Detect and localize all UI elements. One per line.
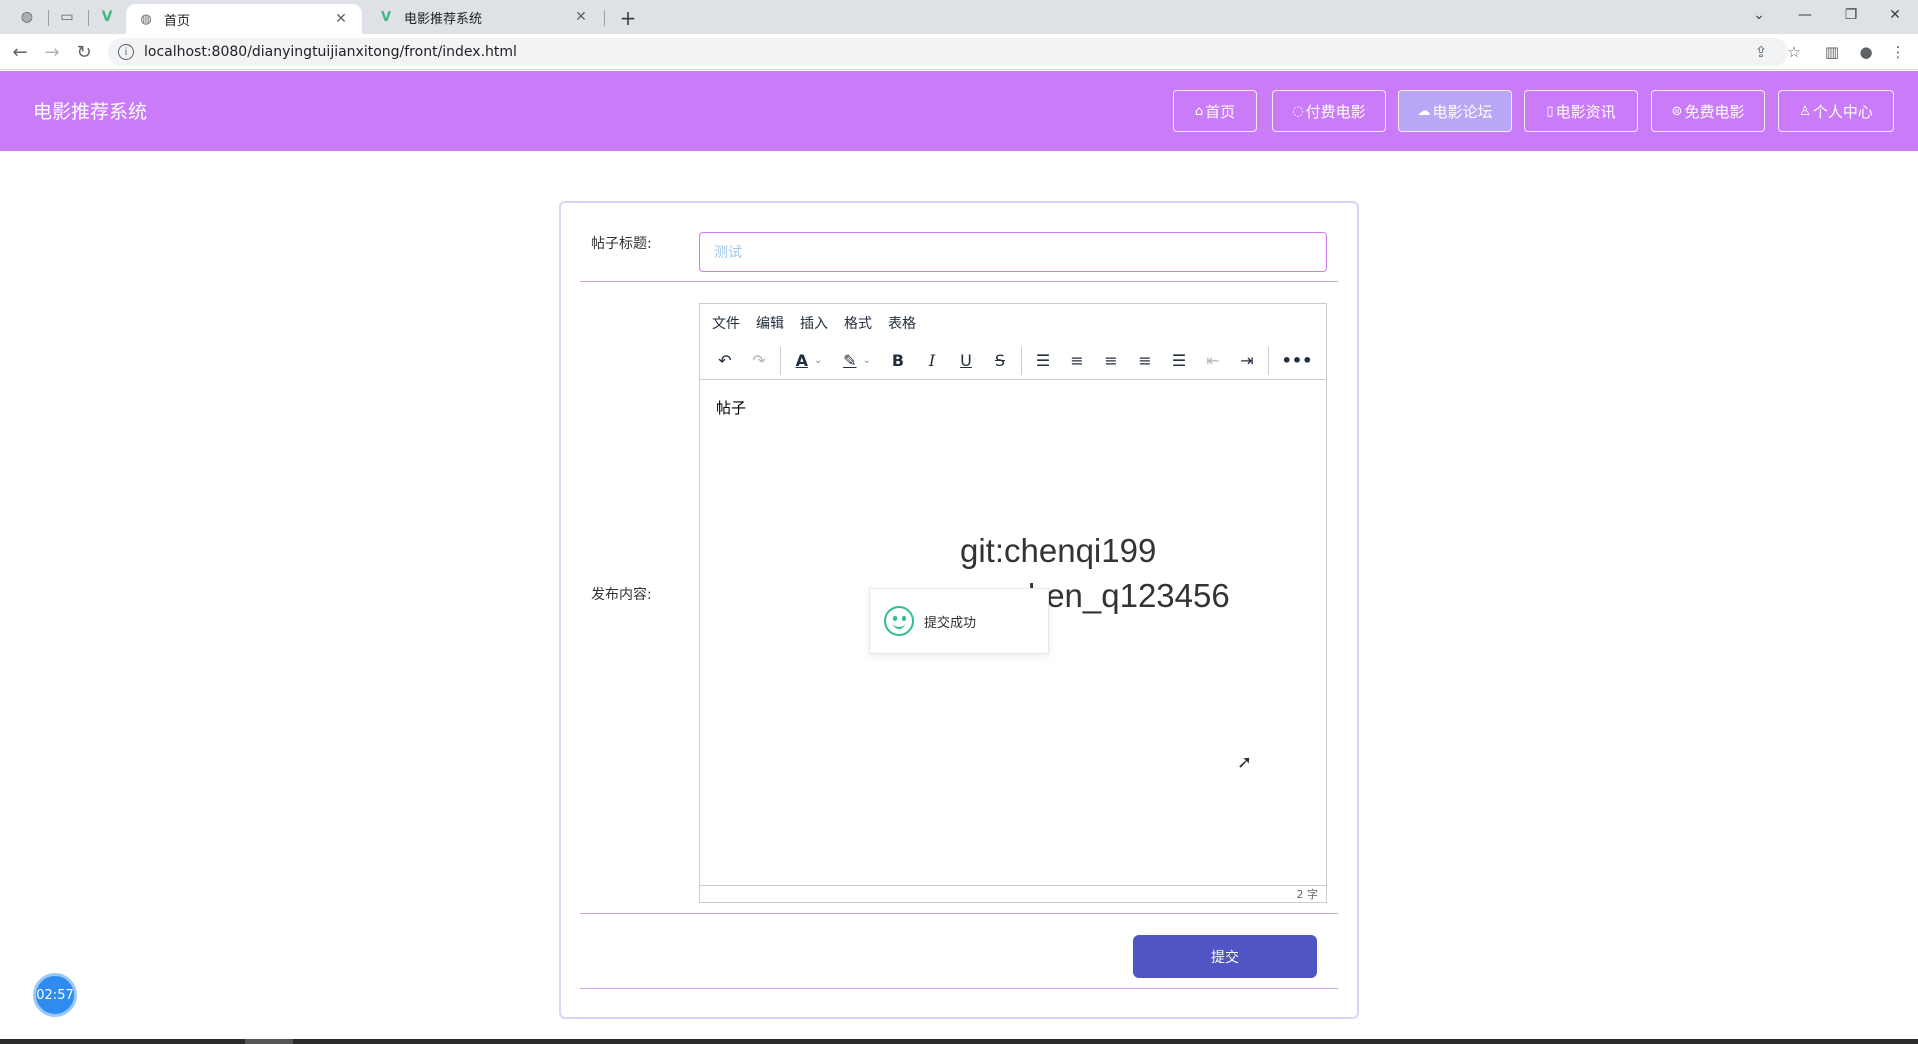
editor-paragraph: 帖子 (716, 399, 747, 417)
indent-icon[interactable]: ⇥ (1230, 345, 1264, 377)
tab-title: 首页 (164, 13, 191, 29)
align-justify-icon[interactable]: ☰ (1162, 345, 1196, 377)
browser-tab-bar: ◍ ▭ V ◍ 首页 ✕ V 电影推荐系统 ✕ + ⌄ — ❐ ✕ (0, 0, 1918, 34)
divider (580, 913, 1338, 914)
url-field[interactable]: i localhost:8080/dianyingtuijianxitong/f… (108, 38, 1788, 66)
close-icon[interactable]: ✕ (332, 10, 350, 28)
tab-separator (48, 10, 49, 26)
minimize-button[interactable]: — (1782, 0, 1828, 30)
toolbar-separator (780, 346, 781, 375)
vue-tab-icon[interactable]: V (90, 0, 124, 34)
nav-forum-button[interactable]: ☁ 电影论坛 (1398, 90, 1512, 132)
phone-icon: ▯ (1546, 103, 1554, 119)
nav-label: 付费电影 (1305, 102, 1366, 121)
scrollbar-thumb[interactable] (245, 1039, 293, 1044)
toast-message: 提交成功 (924, 615, 977, 631)
bold-icon[interactable]: B (881, 345, 915, 377)
globe-tab-icon[interactable]: ◍ (10, 0, 44, 34)
underline-icon[interactable]: U (949, 345, 983, 377)
back-icon[interactable]: ← (6, 38, 34, 66)
user-icon: ♙ (1799, 103, 1811, 119)
site-logo[interactable]: 电影推荐系统 (33, 97, 147, 124)
watermark-line: git:chenqi199 (960, 532, 1157, 569)
bookmark-star-icon[interactable]: ☆ (1780, 38, 1808, 66)
nav-free-movies-button[interactable]: ⊜ 免费电影 (1651, 90, 1765, 132)
menu-table[interactable]: 表格 (888, 313, 916, 333)
printer-icon: ⊜ (1671, 103, 1683, 119)
nav-label: 首页 (1205, 102, 1236, 121)
submit-button[interactable]: 提交 (1133, 935, 1317, 978)
nav-paid-movies-button[interactable]: ◌ 付费电影 (1272, 90, 1386, 132)
side-panel-icon[interactable]: ▥ (1818, 38, 1846, 66)
editor-toolbar: ↶ ↷ A ⌄ ✎ ⌄ B I U S ☰ ≡ ≡ ≡ ☰ ⇤ ⇥ ••• (700, 342, 1326, 380)
align-left-icon[interactable]: ≡ (1060, 345, 1094, 377)
nav-profile-button[interactable]: ♙ 个人中心 (1778, 90, 1894, 132)
app-header: 电影推荐系统 ⌂ 首页 ◌ 付费电影 ☁ 电影论坛 ▯ 电影资讯 ⊜ 免费电影 … (0, 71, 1918, 151)
highlight-color-icon[interactable]: ✎ ⌄ (833, 345, 881, 377)
more-icon[interactable]: ••• (1273, 345, 1321, 377)
menu-edit[interactable]: 编辑 (756, 313, 784, 333)
cloud-icon: ☁ (1417, 103, 1431, 119)
divider (580, 988, 1338, 989)
reload-icon[interactable]: ↻ (70, 38, 98, 66)
align-center-icon[interactable]: ≡ (1094, 345, 1128, 377)
window-close-button[interactable]: ✕ (1872, 0, 1918, 30)
restore-button[interactable]: ❐ (1828, 0, 1874, 30)
timer-badge[interactable]: 02:57 (33, 973, 77, 1017)
info-icon[interactable]: i (118, 44, 134, 60)
tab-movie-system[interactable]: V 电影推荐系统 ✕ (366, 0, 602, 34)
nav-label: 个人中心 (1812, 102, 1873, 121)
coin-icon: ◌ (1292, 103, 1304, 119)
redo-icon[interactable]: ↷ (742, 345, 776, 377)
editor-menubar: 文件 编辑 插入 格式 表格 (700, 304, 1326, 342)
menu-file[interactable]: 文件 (712, 313, 740, 333)
text-color-icon[interactable]: A ⌄ (785, 345, 833, 377)
globe-icon: ◍ (140, 11, 152, 27)
outdent-icon[interactable]: ⇤ (1196, 345, 1230, 377)
title-input[interactable]: 测试 (699, 232, 1327, 272)
vue-icon: V (380, 9, 392, 25)
toolbar-separator (1268, 346, 1269, 375)
strikethrough-icon[interactable]: S (983, 345, 1017, 377)
forward-icon[interactable]: → (38, 38, 66, 66)
italic-icon[interactable]: I (915, 345, 949, 377)
word-count: 2 字 (1296, 888, 1319, 901)
close-icon[interactable]: ✕ (572, 8, 590, 26)
new-tab-button[interactable]: + (614, 4, 642, 32)
nav-label: 免费电影 (1684, 102, 1745, 121)
success-toast: 提交成功 (869, 588, 1049, 654)
editor-statusbar: 2 字 (700, 885, 1326, 902)
nav-label: 电影资讯 (1555, 102, 1616, 121)
nav-label: 电影论坛 (1432, 102, 1493, 121)
divider (580, 281, 1338, 282)
tab-home[interactable]: ◍ 首页 ✕ (126, 4, 362, 34)
menu-insert[interactable]: 插入 (800, 313, 828, 333)
tab-separator (88, 10, 89, 26)
tab-search-icon[interactable]: ⌄ (1736, 0, 1782, 30)
nav-news-button[interactable]: ▯ 电影资讯 (1524, 90, 1638, 132)
url-text: localhost:8080/dianyingtuijianxitong/fro… (144, 44, 517, 60)
tab-title: 电影推荐系统 (404, 11, 483, 27)
nav-home-button[interactable]: ⌂ 首页 (1173, 90, 1257, 132)
menu-format[interactable]: 格式 (844, 313, 872, 333)
line-height-icon[interactable]: ☰ (1026, 345, 1060, 377)
title-label: 帖子标题: (591, 236, 652, 252)
content-label: 发布内容: (591, 587, 652, 603)
smile-icon (884, 606, 914, 636)
align-right-icon[interactable]: ≡ (1128, 345, 1162, 377)
undo-icon[interactable]: ↶ (708, 345, 742, 377)
share-icon[interactable]: ⇪ (1747, 38, 1775, 66)
profile-icon[interactable]: ● (1852, 38, 1880, 66)
address-bar-row: ← → ↻ i localhost:8080/dianyingtuijianxi… (0, 34, 1918, 70)
blank-tab-icon[interactable]: ▭ (50, 0, 84, 34)
tab-separator (604, 10, 605, 26)
browser-menu-icon[interactable]: ⋮ (1884, 38, 1912, 66)
toolbar-separator (1021, 346, 1022, 375)
mouse-cursor-icon: ➚ (1237, 752, 1253, 773)
home-icon: ⌂ (1194, 103, 1204, 119)
bottom-scrollbar[interactable] (0, 1039, 1918, 1044)
